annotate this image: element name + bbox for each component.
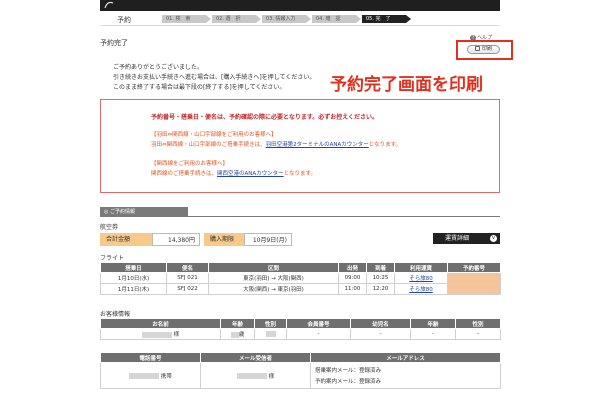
passenger-table: お名前 年齢 性別 会員番号 幼児名 年齢 性別 様 歳 - - - - [100,318,501,340]
boarding-mail-status: 搭乗案内メール：登録済み [315,368,382,374]
redacted-block [141,331,172,338]
flight-route: 東京(羽田) → 大阪(関西) [208,272,339,284]
col-header: 電話番号 [100,352,201,363]
section-label: 予約 [117,16,131,24]
step-complete: 05. 完 了 [362,15,411,23]
total-value: 14,380円 [152,233,200,246]
departure-time: 11:00 [338,283,367,295]
infant-age: - [410,328,456,340]
col-header: 出発 [338,262,367,273]
redacted-block [236,373,267,379]
member-number: - [286,328,351,340]
fare-type-cell: そら旅80 [394,283,448,295]
airline-logo-icon [104,2,114,9]
annotation-callout: 予約完了画面を印刷 [330,75,483,95]
phone-number: 携帯 [100,362,201,389]
total-label: 合計金額 [100,233,152,246]
table-row: 様 歳 - - - - [100,328,501,340]
table-row: 1月11日(木) SFJ 022 大阪(関西) → 東京(羽田) 11:00 1… [100,283,501,295]
passenger-sex [254,328,287,340]
col-header: 区間 [208,262,339,273]
flight-date: 1月11日(木) [100,283,167,295]
kansai-counter-link[interactable]: 関西空港のANAカウンター [217,171,284,177]
mail-recipient: 様 [200,362,311,389]
section-divider [100,216,500,217]
passenger-name: 様 [100,328,221,340]
kansai-heading: 【関西線をご利用のお客様へ】 [151,161,229,167]
reservation-number-redacted [447,283,501,295]
table-row: 1月10日(水) SFJ 021 東京(羽田) → 大阪(関西) 09:00 1… [100,272,501,284]
redacted-block [265,330,276,337]
notice-line: 引き続きお支払い手続きへ進む場合は、[購入手続きへ]を押してください。 [113,74,316,81]
col-header: 搭乗日 [100,262,167,273]
fare-type-cell: そら旅80 [394,272,448,284]
fare-type-link[interactable]: そら旅80 [409,276,433,282]
kansai-body: 関西線のご搭乗手続きは、関西空港のANAカウンターとなります。 [151,171,316,177]
completion-notice: ご予約ありがとうございました。 引き続きお支払い手続きへ進む場合は、[購入手続き… [113,63,315,93]
haneda-heading: 【羽田⇔関西線・山口宇部線をご利用のお客様へ】 [151,132,277,138]
haneda-body: 羽田⇔関西線・山口宇部線のご搭乗手続きは、羽田空港第2ターミナルのANAカウンタ… [151,142,402,148]
deadline-label: 購入期限 [204,233,244,246]
step-info-input: 03. 情報入力 [262,15,311,23]
col-header: メールアドレス [310,352,501,363]
top-header-bar [100,0,500,11]
col-header: 便名 [166,262,209,273]
redacted-block [129,373,160,379]
chevron-down-icon: v [490,235,497,242]
flight-heading: フライト [100,255,125,262]
print-button[interactable]: 印刷 [467,45,500,54]
flight-table: 搭乗日 便名 区間 出発 到着 利用運賃 予約番号 1月10日(水) SFJ 0… [100,262,501,295]
page-title: 予約完了 [100,39,128,47]
col-header: 性別 [455,318,501,329]
col-header: 予約番号 [447,262,501,273]
infant-sex: - [455,328,501,340]
fare-detail-button[interactable]: 運賃詳細 v [433,233,500,244]
reservation-steps: 予約 01. 検 索 02. 選 択 03. 情報入力 04. 確 認 05. … [100,12,500,26]
ticket-heading: 航空券 [100,224,119,231]
col-header: 到着 [366,262,395,273]
passenger-heading: お客様情報 [100,311,131,318]
step-search: 01. 検 索 [162,15,211,23]
step-confirm: 04. 確 認 [312,15,361,23]
step-select: 02. 選 択 [212,15,261,23]
deadline-value: 10月9日(月) [244,233,292,246]
notice-line: このまま終了する場合は最下段の[終了する]を押してください。 [113,84,286,91]
important-notice-box: 予約番号・搭乗日・便名は、予約確認の際に必要となります。必ずお控えください。 【… [100,99,500,193]
flight-number: SFJ 022 [166,283,209,295]
notice-line: ご予約ありがとうございました。 [113,64,204,71]
col-header: メール受信者 [200,352,311,363]
print-icon [474,46,480,51]
arrival-time: 10:25 [366,272,395,284]
flight-number: SFJ 021 [166,272,209,284]
col-header: 年齢 [410,318,456,329]
col-header: 幼児名 [350,318,411,329]
col-header: お名前 [100,318,221,329]
mail-status: 搭乗案内メール：登録済み 予約案内メール：登録済み [310,362,501,389]
passenger-age: 歳 [220,328,255,340]
notice-headline: 予約番号・搭乗日・便名は、予約確認の際に必要となります。必ずお控えください。 [151,114,379,121]
table-row: 携帯 様 搭乗案内メール：登録済み 予約案内メール：登録済み [100,362,501,389]
arrival-time: 12:20 [366,283,395,295]
col-header: 会員番号 [286,318,351,329]
reservation-mail-status: 予約案内メール：登録済み [315,379,382,385]
departure-time: 09:00 [338,272,367,284]
haneda-counter-link[interactable]: 羽田空港第2ターミナルのANAカウンター [266,142,369,148]
flight-date: 1月10日(水) [100,272,167,284]
infant-name: - [350,328,411,340]
col-header: 利用運賃 [394,262,448,273]
flight-route: 大阪(関西) → 東京(羽田) [208,283,339,295]
redacted-block [230,331,239,338]
contact-table: 電話番号 メール受信者 メールアドレス 携帯 様 搭乗案内メール：登録済み 予約… [100,352,501,389]
col-header: 性別 [254,318,287,329]
col-header: 年齢 [220,318,255,329]
fare-type-link[interactable]: そら旅80 [409,287,433,293]
reservation-number-redacted [447,272,501,284]
